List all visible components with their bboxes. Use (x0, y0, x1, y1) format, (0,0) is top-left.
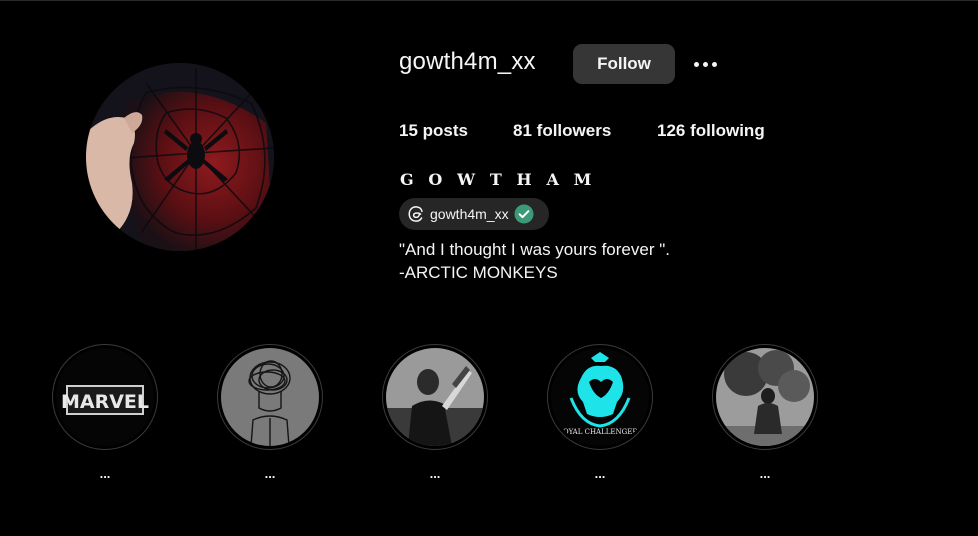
verified-check-icon (514, 204, 534, 224)
following-stat[interactable]: 126 following (657, 121, 765, 141)
posts-count: 15 (399, 121, 418, 140)
profile-avatar[interactable] (86, 63, 274, 251)
cricketer-photo-icon (386, 348, 484, 446)
profile-full-name: G O W T H A M (400, 170, 596, 189)
highlight-ring[interactable] (712, 344, 818, 450)
profile-bio: "And I thought I was yours forever ". -A… (399, 238, 670, 284)
profile-username: gowth4m_xx (399, 48, 536, 75)
threads-icon (407, 205, 425, 223)
bio-line: -ARCTIC MONKEYS (399, 263, 558, 282)
posts-stat: 15 posts (399, 121, 468, 141)
followers-stat[interactable]: 81 followers (513, 121, 611, 141)
highlight-ring[interactable] (382, 344, 488, 450)
following-label: following (690, 121, 765, 140)
person-tree-photo-icon (716, 348, 814, 446)
tangled-head-sketch-icon (221, 348, 319, 446)
top-divider (0, 0, 978, 1)
marvel-logo-icon: MARVEL (56, 348, 154, 446)
highlight-label: ... (594, 466, 606, 481)
rcb-logo-text: ROYAL CHALLENGERS (558, 428, 643, 436)
highlight-label: ... (264, 466, 276, 481)
follow-button[interactable]: Follow (573, 44, 675, 84)
story-highlight[interactable]: ... (382, 344, 488, 482)
more-options-icon[interactable] (688, 52, 722, 76)
posts-label: posts (422, 121, 468, 140)
story-highlight[interactable]: MARVEL ... (52, 344, 158, 482)
story-highlight[interactable]: ... (712, 344, 818, 482)
followers-count: 81 (513, 121, 532, 140)
dot-icon (702, 61, 708, 67)
highlight-ring[interactable] (217, 344, 323, 450)
royal-challengers-logo-icon: ROYAL CHALLENGERS (551, 348, 649, 446)
story-highlight[interactable]: ROYAL CHALLENGERS ... (547, 344, 653, 482)
spider-man-suit-icon (86, 63, 274, 251)
profile-page: gowth4m_xx Follow 15 posts 81 followers … (0, 0, 978, 536)
highlight-label: ... (99, 466, 111, 481)
highlight-ring[interactable]: ROYAL CHALLENGERS (547, 344, 653, 450)
dot-icon (693, 61, 699, 67)
marvel-logo-text: MARVEL (61, 391, 149, 413)
highlight-label: ... (429, 466, 441, 481)
threads-handle: gowth4m_xx (430, 206, 509, 222)
story-highlight[interactable]: ... (217, 344, 323, 482)
followers-label: followers (536, 121, 612, 140)
highlight-label: ... (759, 466, 771, 481)
highlight-ring[interactable]: MARVEL (52, 344, 158, 450)
bio-line: "And I thought I was yours forever ". (399, 240, 670, 259)
following-count: 126 (657, 121, 686, 140)
threads-link[interactable]: gowth4m_xx (399, 198, 549, 230)
dot-icon (711, 61, 717, 67)
